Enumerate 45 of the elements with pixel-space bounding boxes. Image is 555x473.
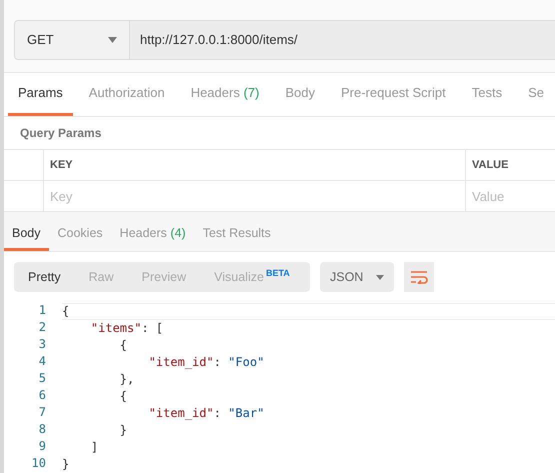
request-tab[interactable]: Headers (7) bbox=[180, 73, 270, 116]
line-number: 6 bbox=[38, 388, 46, 404]
view-mode-tab[interactable]: Visualize $^{BETA}$ bbox=[200, 262, 304, 292]
request-tab[interactable]: Params bbox=[8, 73, 73, 116]
code-line: { bbox=[118, 337, 128, 354]
line-number: 8 bbox=[38, 422, 46, 438]
request-tab[interactable]: Pre-request Script bbox=[330, 73, 456, 116]
view-mode-tab[interactable]: Raw bbox=[74, 262, 128, 292]
line-number: 7 bbox=[38, 405, 46, 422]
code-line: { bbox=[118, 388, 128, 406]
response-tab[interactable]: Headers (4) bbox=[112, 218, 194, 252]
code-line: } bbox=[118, 422, 128, 440]
caret-icon bbox=[108, 37, 117, 43]
line-number: 3 bbox=[38, 337, 46, 354]
response-tab[interactable]: Body bbox=[4, 218, 48, 252]
section-title: Query Params bbox=[19, 124, 102, 142]
caret-icon bbox=[376, 274, 384, 280]
wrap-button[interactable] bbox=[404, 262, 434, 292]
column-header: VALUE bbox=[466, 150, 555, 182]
code-line: } bbox=[62, 456, 70, 473]
view-mode-tab[interactable]: Preview bbox=[128, 262, 200, 292]
line-number: 10 bbox=[30, 456, 46, 472]
line-number: 1 bbox=[38, 303, 46, 320]
request-tab[interactable]: Se bbox=[518, 73, 554, 116]
line-number: 4 bbox=[38, 354, 46, 370]
url-field[interactable]: http://127.0.0.1:8000/items/ bbox=[130, 20, 555, 60]
view-mode-tab[interactable]: Pretty bbox=[14, 262, 75, 292]
column-header: KEY bbox=[44, 150, 466, 182]
code-line: { bbox=[62, 303, 555, 320]
response-tab[interactable]: Test Results bbox=[194, 218, 279, 252]
line-number: 2 bbox=[38, 320, 46, 336]
code-line: }, bbox=[118, 371, 136, 388]
code-line: ] bbox=[90, 439, 100, 456]
line-number: 5 bbox=[38, 371, 46, 388]
request-tab[interactable]: Tests bbox=[462, 73, 512, 116]
line-number: 9 bbox=[38, 439, 46, 456]
code-line: "item_id": "Bar" bbox=[148, 405, 266, 422]
method-dropdown[interactable]: GET bbox=[14, 20, 130, 60]
code-line: "items": [ bbox=[90, 320, 164, 338]
format-dropdown[interactable]: JSON bbox=[320, 262, 394, 292]
wrap-lines-icon bbox=[410, 270, 428, 284]
request-tab[interactable]: Authorization bbox=[78, 73, 175, 116]
request-tab[interactable]: Body bbox=[275, 73, 325, 116]
code-line: "item_id": "Foo" bbox=[148, 354, 266, 372]
response-tab[interactable]: Cookies bbox=[50, 218, 111, 252]
